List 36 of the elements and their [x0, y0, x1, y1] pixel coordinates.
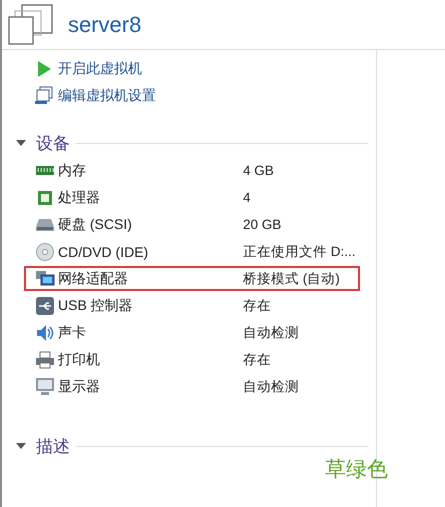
speaker-icon [35, 324, 55, 342]
device-name[interactable]: 网络适配器 [58, 270, 128, 288]
device-value: 4 [243, 190, 251, 205]
action-link[interactable]: 开启此虚拟机 [58, 60, 142, 78]
chip-icon [35, 190, 55, 206]
settings-icon [34, 86, 54, 106]
section-title: 设备 [36, 132, 70, 154]
printer-icon [35, 350, 55, 368]
device-name[interactable]: 声卡 [58, 324, 86, 342]
device-name[interactable]: 内存 [58, 162, 86, 180]
device-value: 4 GB [243, 163, 274, 178]
device-name[interactable]: 显示器 [58, 378, 100, 396]
collapse-arrow-icon[interactable] [16, 138, 26, 148]
network-icon [35, 270, 55, 286]
monitor-icon [35, 378, 55, 396]
collapse-arrow-icon[interactable] [16, 441, 26, 451]
usb-icon [35, 296, 55, 314]
device-name[interactable]: 打印机 [58, 350, 100, 368]
device-value: 桥接模式 (自动) [243, 270, 340, 288]
annotation-label: 草绿色 [325, 457, 388, 483]
disc-icon [35, 242, 55, 260]
vm-icon [8, 4, 54, 46]
device-name[interactable]: 硬盘 (SCSI) [58, 216, 132, 234]
section-title: 描述 [36, 436, 70, 458]
device-name[interactable]: 处理器 [58, 188, 100, 206]
device-name[interactable]: USB 控制器 [58, 296, 133, 314]
device-value: 存在 [243, 350, 271, 368]
device-name[interactable]: CD/DVD (IDE) [58, 244, 148, 260]
device-value: 自动检测 [243, 324, 299, 342]
device-value: 存在 [243, 296, 271, 314]
memory-icon [35, 164, 55, 176]
window-title: server8 [68, 12, 142, 38]
device-value: 自动检测 [243, 378, 299, 396]
action-link[interactable]: 编辑虚拟机设置 [58, 87, 156, 105]
device-value: 正在使用文件 D:... [243, 242, 356, 260]
device-value: 20 GB [243, 217, 282, 232]
